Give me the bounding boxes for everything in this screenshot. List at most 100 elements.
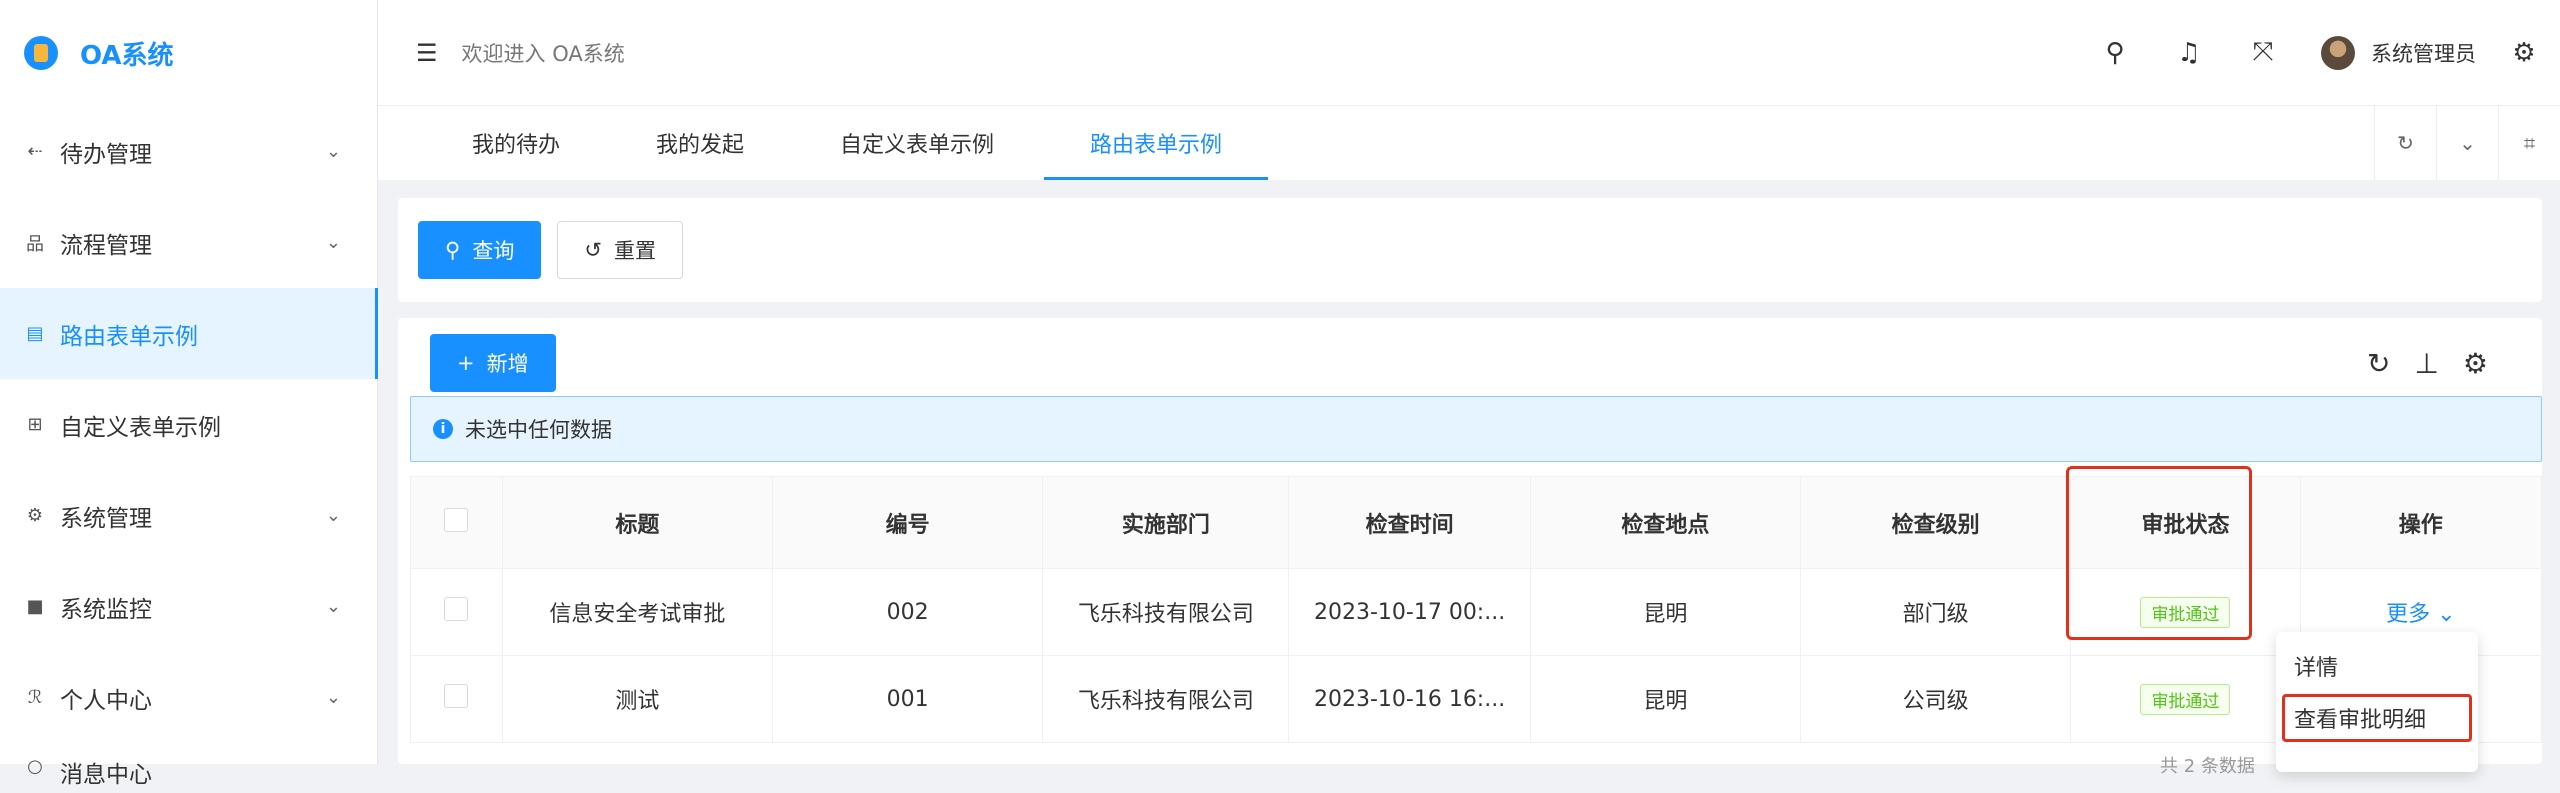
cell-place: 昆明 bbox=[1529, 568, 1802, 656]
cell-dept: 飞乐科技有限公司 bbox=[1042, 568, 1290, 656]
chevron-down-icon[interactable]: ⌄ bbox=[2436, 106, 2498, 180]
sidebar-item-todo[interactable]: ⇠ 待办管理 ⌄ bbox=[0, 106, 377, 197]
row-checkbox[interactable] bbox=[444, 597, 469, 621]
add-label: 新增 bbox=[486, 352, 529, 376]
cell-title: 信息安全考试审批 bbox=[501, 568, 773, 656]
cell-time: 2023-10-16 16:... bbox=[1288, 655, 1531, 743]
plus-icon: + bbox=[457, 351, 475, 375]
sidebar-item-monitor[interactable]: ■ 系统监控 ⌄ bbox=[0, 561, 377, 652]
sidebar-item-label: 流程管理 bbox=[60, 232, 152, 259]
sidebar-item-flow[interactable]: 品 流程管理 ⌄ bbox=[0, 197, 377, 288]
cell-code: 001 bbox=[771, 655, 1044, 743]
cell-status: 审批通过 bbox=[2070, 655, 2301, 743]
row-checkbox[interactable] bbox=[444, 684, 469, 708]
reload-icon: ↺ bbox=[584, 238, 602, 262]
todo-icon: ⇠ bbox=[27, 141, 43, 162]
reset-button[interactable]: ↺ 重置 bbox=[557, 221, 683, 279]
app-logo[interactable]: OA系统 bbox=[0, 0, 377, 106]
tab-my-todo[interactable]: 我的待办 bbox=[472, 106, 560, 180]
cell-place: 昆明 bbox=[1529, 655, 1802, 743]
flow-icon: 品 bbox=[26, 233, 44, 255]
sidebar-item-system[interactable]: ⚙ 系统管理 ⌄ bbox=[0, 470, 377, 561]
column-header: 操作 bbox=[2299, 476, 2543, 569]
avatar[interactable] bbox=[2321, 35, 2355, 70]
chevron-down-icon: ⌄ bbox=[325, 232, 341, 253]
cell-code: 002 bbox=[771, 568, 1044, 656]
more-actions-link[interactable]: 更多 ⌄ bbox=[2386, 602, 2455, 627]
top-header: ☰ 欢迎进入 OA系统 ⚲ ♫ ⤧ 系统管理员 ⚙ bbox=[378, 0, 2560, 106]
fullscreen-icon[interactable]: ⤧ bbox=[2249, 37, 2277, 68]
chevron-down-icon: ⌄ bbox=[2437, 602, 2456, 627]
row-select-cell bbox=[410, 568, 503, 656]
sidebar-item-messages[interactable]: ○ 消息中心 bbox=[0, 743, 377, 793]
sidebar: OA系统 ⇠ 待办管理 ⌄ 品 流程管理 ⌄ ▤ 路由表单示例 ⊞ 自定义表单示… bbox=[0, 0, 378, 788]
search-form: ⚲ 查询 ↺ 重置 bbox=[398, 198, 2542, 302]
cell-dept: 飞乐科技有限公司 bbox=[1042, 655, 1290, 743]
reload-icon[interactable]: ↻ bbox=[2374, 106, 2436, 180]
selection-alert: i 未选中任何数据 bbox=[410, 396, 2542, 462]
status-badge: 审批通过 bbox=[2140, 683, 2231, 715]
cell-status: 审批通过 bbox=[2070, 568, 2301, 656]
column-header: 检查地点 bbox=[1529, 476, 1802, 569]
reset-label: 重置 bbox=[614, 239, 656, 263]
username[interactable]: 系统管理员 bbox=[2371, 38, 2476, 68]
logo-icon bbox=[24, 36, 58, 70]
monitor-icon: ■ bbox=[26, 596, 44, 617]
bell-icon[interactable]: ♫ bbox=[2175, 38, 2203, 68]
sidebar-item-label: 待办管理 bbox=[60, 141, 152, 168]
toolbar-icons: ↻ ⊥ ⚙ bbox=[2367, 347, 2522, 380]
density-icon[interactable]: ⊥ bbox=[2415, 347, 2439, 380]
cell-title: 测试 bbox=[501, 655, 773, 743]
tabs-bar: 我的待办 我的发起 自定义表单示例 路由表单示例 ↻ ⌄ ⌗ bbox=[378, 106, 2560, 180]
settings-gear-icon[interactable]: ⚙ bbox=[2510, 38, 2538, 68]
menu-item-detail[interactable]: 详情 bbox=[2276, 640, 2478, 692]
sidebar-item-label: 系统管理 bbox=[60, 505, 152, 532]
table-card: + 新增 ↻ ⊥ ⚙ i 未选中任何数据 标题 编号 实施部门 检查时间 检查地… bbox=[398, 318, 2543, 764]
table-header-row: 标题 编号 实施部门 检查时间 检查地点 检查级别 审批状态 操作 bbox=[410, 476, 2543, 569]
sidebar-item-route-form[interactable]: ▤ 路由表单示例 bbox=[0, 288, 378, 379]
data-table: 标题 编号 实施部门 检查时间 检查地点 检查级别 审批状态 操作 信息安全考试… bbox=[410, 476, 2543, 743]
refresh-icon[interactable]: ↻ bbox=[2367, 347, 2390, 380]
expand-icon[interactable]: ⌗ bbox=[2498, 106, 2560, 180]
column-header: 审批状态 bbox=[2070, 476, 2301, 569]
more-actions-dropdown: 详情 查看审批明细 bbox=[2276, 632, 2478, 772]
add-button[interactable]: + 新增 bbox=[430, 334, 556, 392]
cell-time: 2023-10-17 00:... bbox=[1288, 568, 1531, 656]
chevron-down-icon: ⌄ bbox=[325, 141, 341, 162]
row-select-cell bbox=[410, 655, 503, 743]
status-badge: 审批通过 bbox=[2140, 596, 2231, 628]
query-button[interactable]: ⚲ 查询 bbox=[418, 221, 542, 279]
sidebar-item-profile[interactable]: ℛ 个人中心 ⌄ bbox=[0, 652, 377, 743]
sidebar-item-custom-form[interactable]: ⊞ 自定义表单示例 bbox=[0, 379, 377, 470]
column-header: 标题 bbox=[501, 476, 773, 569]
chevron-down-icon: ⌄ bbox=[325, 687, 341, 708]
column-header: 检查时间 bbox=[1288, 476, 1531, 569]
app-name: OA系统 bbox=[80, 40, 174, 71]
sidebar-menu: ⇠ 待办管理 ⌄ 品 流程管理 ⌄ ▤ 路由表单示例 ⊞ 自定义表单示例 ⚙ 系… bbox=[0, 106, 378, 793]
more-label: 更多 bbox=[2386, 602, 2431, 627]
sidebar-item-label: 个人中心 bbox=[60, 687, 152, 714]
tab-route-form[interactable]: 路由表单示例 bbox=[1044, 106, 1269, 180]
alert-text: 未选中任何数据 bbox=[465, 418, 612, 442]
menu-item-view-approval-detail[interactable]: 查看审批明细 bbox=[2276, 692, 2478, 744]
grid-icon: ⊞ bbox=[27, 414, 43, 435]
table-row: 测试 001 飞乐科技有限公司 2023-10-16 16:... 昆明 公司级… bbox=[410, 655, 2543, 743]
chevron-down-icon: ⌄ bbox=[325, 505, 341, 526]
search-icon: ⚲ bbox=[445, 238, 461, 262]
column-settings-icon[interactable]: ⚙ bbox=[2463, 347, 2488, 380]
tabs-tools: ↻ ⌄ ⌗ bbox=[2374, 106, 2560, 180]
table-toolbar: + 新增 ↻ ⊥ ⚙ bbox=[398, 318, 2542, 394]
pagination-total: 共 2 条数据 bbox=[2160, 756, 2255, 777]
menu-fold-icon[interactable]: ☰ bbox=[416, 39, 438, 67]
select-all-checkbox[interactable] bbox=[444, 507, 469, 532]
chevron-down-icon: ⌄ bbox=[325, 596, 341, 617]
search-icon[interactable]: ⚲ bbox=[2101, 38, 2129, 68]
column-header: 实施部门 bbox=[1042, 476, 1290, 569]
query-label: 查询 bbox=[472, 239, 515, 263]
tab-my-initiated[interactable]: 我的发起 bbox=[656, 106, 744, 180]
message-icon: ○ bbox=[27, 755, 43, 777]
gear-icon: ⚙ bbox=[26, 505, 44, 526]
sidebar-item-label: 消息中心 bbox=[60, 762, 152, 788]
cell-level: 公司级 bbox=[1800, 655, 2072, 743]
tab-custom-form[interactable]: 自定义表单示例 bbox=[840, 106, 994, 180]
